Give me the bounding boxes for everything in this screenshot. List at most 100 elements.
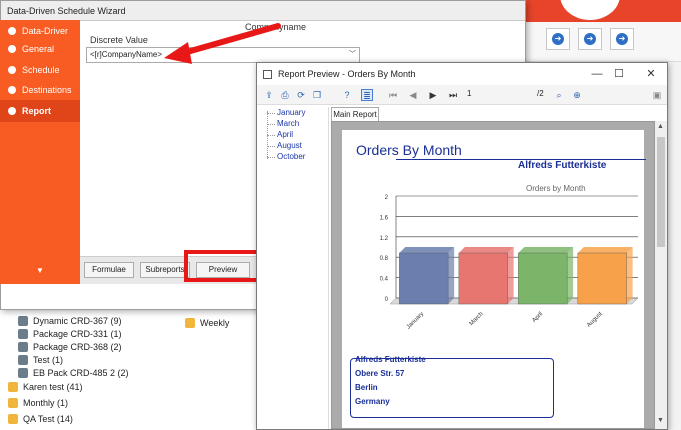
group-item-march[interactable]: March: [277, 119, 299, 128]
preview-title: Report Preview - Orders By Month: [278, 69, 416, 79]
toolbar-button-3[interactable]: ➜: [610, 28, 634, 50]
orders-chart: 0 0.4 0.8 1.2 1.6 2 January March April August: [380, 195, 639, 331]
x-tick-label: March: [469, 311, 485, 327]
tree-item[interactable]: Test (1): [18, 355, 63, 365]
toolbar-button-1[interactable]: ➜: [546, 28, 570, 50]
report-preview-window: Report Preview - Orders By Month — ☐ ✕ ⇪…: [256, 62, 668, 430]
package-icon: [18, 316, 28, 326]
package-icon: [18, 329, 28, 339]
screen: ➜ ➜ ➜ Dynamic CRD-367 (9) Package CRD-33…: [0, 0, 681, 430]
tree-item[interactable]: QA Test (14): [8, 414, 73, 424]
address-line: Alfreds Futterkiste: [355, 355, 426, 364]
bar-top: [458, 247, 514, 253]
nav-item-schedule[interactable]: Schedule: [0, 59, 80, 81]
wizard-title: Data-Driven Schedule Wizard: [1, 1, 525, 21]
last-page-icon[interactable]: ⏭: [447, 89, 459, 101]
tree-item[interactable]: Dynamic CRD-367 (9): [18, 316, 122, 326]
report-canvas: Orders By Month Alfreds Futterkiste Orde…: [331, 121, 655, 429]
address-line: Berlin: [355, 383, 378, 392]
nav-item-destinations[interactable]: Destinations: [0, 79, 80, 101]
tree-item[interactable]: Package CRD-368 (2): [18, 342, 122, 352]
bar-side: [448, 247, 455, 304]
close-button[interactable]: ✕: [641, 65, 661, 83]
address-box: Alfreds Futterkiste Obere Str. 57 Berlin…: [350, 355, 554, 418]
preview-toolbar: ⇪ ⎙ ⟳ ❐ ? ≣ ⏮ ◀ ▶ ⏭ 1 /2 ⌕ ⊕ ▣: [257, 85, 667, 105]
toolbar-button-2[interactable]: ➜: [578, 28, 602, 50]
circle-arrow-icon: ➜: [616, 33, 628, 45]
formulae-button[interactable]: Formulae: [84, 262, 134, 278]
destination-icon: [8, 86, 16, 94]
bar-side: [567, 247, 574, 304]
y-tick-label: 1.6: [380, 215, 389, 221]
data-icon: [8, 27, 16, 35]
discrete-value-label: Discrete Value: [90, 35, 148, 45]
chevron-down-icon[interactable]: ﹀: [349, 48, 356, 62]
find-icon[interactable]: ⌕: [553, 89, 565, 101]
x-tick-label: August: [586, 311, 604, 329]
bar-march: [458, 252, 508, 305]
group-item-october[interactable]: October: [277, 152, 305, 161]
report-icon: [8, 107, 16, 115]
tree-item[interactable]: Karen test (41): [8, 382, 83, 392]
folder-icon: [8, 414, 18, 424]
circle-arrow-icon: ➜: [552, 33, 564, 45]
app-icon: [263, 69, 272, 79]
y-tick-label: 0.8: [380, 256, 389, 262]
vertical-scrollbar[interactable]: ▲ ▼: [655, 121, 667, 429]
bar-april: [518, 252, 568, 305]
next-page-icon[interactable]: ▶: [427, 89, 439, 101]
export-icon[interactable]: ⇪: [263, 89, 275, 101]
print-icon[interactable]: ⎙: [279, 89, 291, 101]
scroll-up-icon[interactable]: ▲: [657, 123, 664, 130]
bar-top: [399, 247, 455, 253]
tree-item[interactable]: Monthly (1): [8, 398, 68, 408]
folder-weekly[interactable]: Weekly: [185, 318, 229, 328]
highlight-box: [184, 250, 262, 282]
tree-item[interactable]: EB Pack CRD-485 2 (2): [18, 368, 129, 378]
help-icon[interactable]: ?: [341, 89, 353, 101]
bar-side: [507, 247, 514, 304]
scroll-down-icon[interactable]: ▼: [657, 417, 664, 424]
bar-top: [577, 247, 633, 253]
copy-icon[interactable]: ❐: [311, 89, 323, 101]
package-icon: [18, 342, 28, 352]
folder-icon: [8, 398, 18, 408]
maximize-button[interactable]: ☐: [609, 65, 629, 83]
report-page: Orders By Month Alfreds Futterkiste Orde…: [342, 130, 646, 428]
nav-item-general[interactable]: General: [0, 38, 80, 60]
refresh-icon[interactable]: ⟳: [295, 89, 307, 101]
minimize-button[interactable]: —: [587, 65, 607, 83]
y-tick-label: 0: [385, 297, 389, 303]
y-tick-label: 0.4: [380, 277, 389, 283]
close-tab-icon[interactable]: ▣: [651, 89, 663, 101]
bar-august: [577, 252, 627, 305]
circle-arrow-icon: ➜: [584, 33, 596, 45]
y-tick-label: 1.2: [380, 236, 389, 242]
first-page-icon[interactable]: ⏮: [387, 89, 399, 101]
bar-january: [399, 252, 449, 305]
group-item-april[interactable]: April: [277, 130, 293, 139]
package-icon: [18, 355, 28, 365]
x-tick-label: January: [406, 311, 425, 330]
bar-top: [518, 247, 574, 253]
group-item-august[interactable]: August: [277, 141, 302, 150]
address-line: Germany: [355, 397, 390, 406]
folder-icon: [8, 382, 18, 392]
group-tree-icon[interactable]: ≣: [361, 89, 373, 101]
nav-item-report[interactable]: Report: [0, 100, 80, 122]
tab-main-report[interactable]: Main Report: [331, 107, 379, 121]
scroll-thumb[interactable]: [657, 137, 665, 247]
zoom-icon[interactable]: ⊕: [571, 89, 583, 101]
tree-item[interactable]: Package CRD-331 (1): [18, 329, 122, 339]
x-tick-label: April: [531, 311, 544, 324]
report-company: Alfreds Futterkiste: [518, 160, 607, 171]
page-number-input[interactable]: 1: [467, 89, 537, 101]
report-title: Orders By Month: [356, 142, 462, 158]
bar-side: [626, 247, 633, 304]
prev-page-icon[interactable]: ◀: [407, 89, 419, 101]
group-item-january[interactable]: January: [277, 108, 305, 117]
address-line: Obere Str. 57: [355, 369, 405, 378]
nav-expand-icon[interactable]: ▼: [36, 266, 44, 275]
subreports-button[interactable]: Subreports: [140, 262, 190, 278]
info-icon: [8, 45, 16, 53]
